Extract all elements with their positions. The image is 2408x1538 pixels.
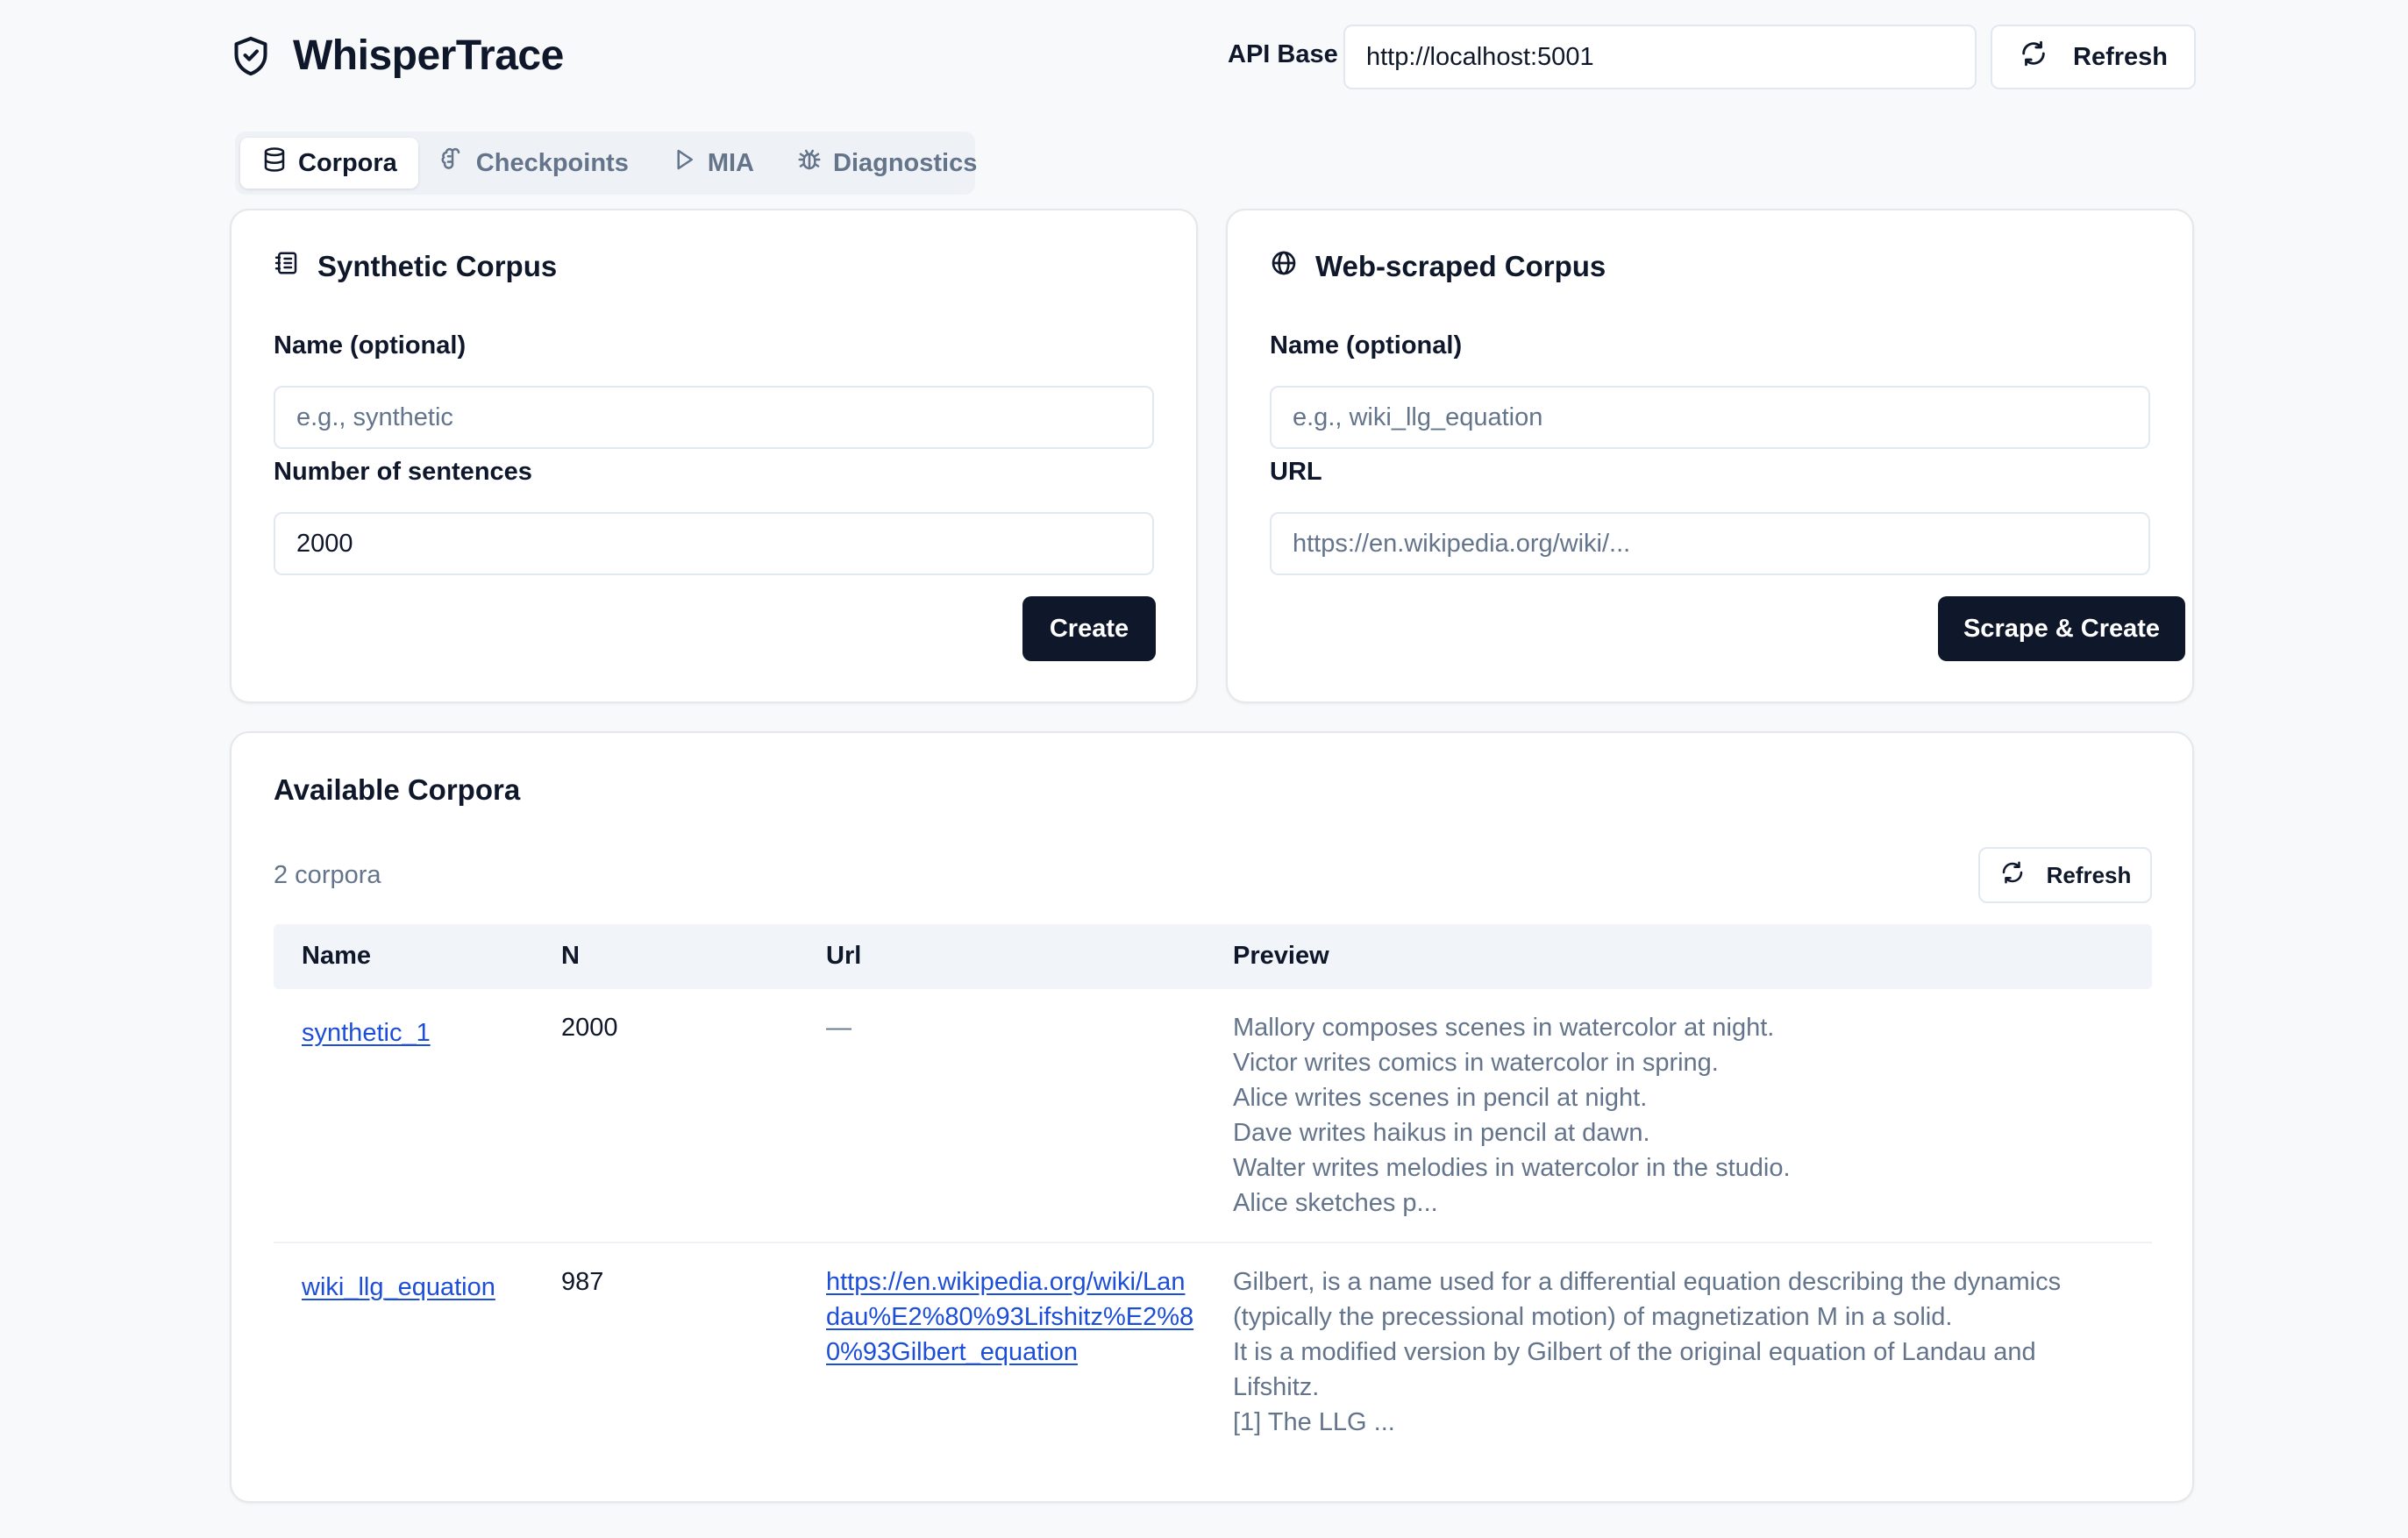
corpora-title: Available Corpora [274,773,521,806]
available-corpora-card: Available Corpora 2 corpora Refresh Name… [230,731,2194,1503]
preview-line: [1] The LLG ... [1233,1408,1395,1436]
shield-check-icon [230,33,272,79]
table-header: Name N Url Preview [274,924,2152,989]
main-tabs: Corpora Checkpoints MIA Diagnostics [235,132,977,195]
tab-label: Diagnostics [833,148,978,177]
corpora-table: Name N Url Preview synthetic_1 2000 — Ma… [274,924,2152,1480]
web-title: Web-scraped Corpus [1315,250,1607,282]
synthetic-name-input[interactable] [274,386,1154,449]
preview-line: Mallory composes scenes in watercolor at… [1233,1014,1775,1042]
web-corpus-card: Web-scraped Corpus Name (optional) URL S… [1226,209,2194,703]
api-base-input[interactable] [1343,25,1977,89]
card-title: Web-scraped Corpus [1270,249,1606,284]
notebook-icon [274,249,300,284]
tab-diagnostics[interactable]: Diagnostics [775,138,998,189]
web-name-input[interactable] [1270,386,2150,449]
create-button[interactable]: Create [1022,596,1156,661]
url-label: URL [1270,458,1322,486]
app-header: WhisperTrace API Base Refresh [230,25,2196,91]
preview-line: Dave writes haikus in pencil at dawn. [1233,1119,1650,1147]
corpora-refresh-button[interactable]: Refresh [1978,847,2152,903]
tab-checkpoints[interactable]: Checkpoints [418,138,650,189]
refresh-icon [1999,859,2026,892]
column-header-preview: Preview [1233,942,1329,970]
api-base-label: API Base [1228,40,1338,68]
table-row: wiki_llg_equation 987 https://en.wikiped… [274,1243,2152,1480]
column-header-url: Url [826,942,862,970]
preview-line: Alice sketches p... [1233,1189,1438,1217]
refresh-label: Refresh [2046,861,2132,888]
brand: WhisperTrace [230,32,564,80]
corpus-n: 2000 [561,1014,618,1042]
corpus-preview: Mallory composes scenes in watercolor at… [1233,1010,2119,1221]
preview-line: Gilbert, is a name used for a differenti… [1233,1268,2062,1331]
tab-corpora[interactable]: Corpora [240,138,418,189]
refresh-icon [2019,39,2048,75]
synthetic-corpus-card: Synthetic Corpus Name (optional) Number … [230,209,1198,703]
url-input[interactable] [1270,512,2150,575]
table-row: synthetic_1 2000 — Mallory composes scen… [274,989,2152,1243]
preview-line: It is a modified version by Gilbert of t… [1233,1338,2036,1401]
brain-icon [439,146,466,180]
preview-line: Victor writes comics in watercolor in sp… [1233,1049,1719,1077]
column-header-name: Name [302,942,371,970]
corpus-name-link[interactable]: synthetic_1 [302,1015,431,1050]
tab-label: Corpora [298,148,397,177]
refresh-label: Refresh [2073,42,2168,71]
app-title: WhisperTrace [293,32,564,79]
corpus-name-link[interactable]: wiki_llg_equation [302,1270,495,1305]
web-name-label: Name (optional) [1270,331,1463,360]
sentences-label: Number of sentences [274,458,532,486]
column-header-n: N [561,942,580,970]
corpus-n: 987 [561,1268,604,1296]
tab-label: Checkpoints [475,148,629,177]
card-title: Synthetic Corpus [274,249,557,284]
corpora-count: 2 corpora [274,861,381,889]
synthetic-title: Synthetic Corpus [317,250,558,282]
sentences-input[interactable] [274,512,1154,575]
corpus-url: — [826,1014,851,1042]
corpus-url-link[interactable]: https://en.wikipedia.org/wiki/Landau%E2%… [826,1264,1194,1370]
scrape-create-button[interactable]: Scrape & Create [1938,596,2185,661]
globe-icon [1270,249,1298,284]
bug-icon [796,146,823,180]
database-icon [261,146,288,180]
preview-line: Alice writes scenes in pencil at night. [1233,1084,1648,1112]
corpus-preview: Gilbert, is a name used for a differenti… [1233,1264,2119,1440]
preview-line: Walter writes melodies in watercolor in … [1233,1154,1791,1182]
tab-mia[interactable]: MIA [650,138,775,189]
play-icon [671,146,697,180]
tab-label: MIA [707,148,754,177]
synthetic-name-label: Name (optional) [274,331,467,360]
refresh-button[interactable]: Refresh [1991,25,2196,89]
